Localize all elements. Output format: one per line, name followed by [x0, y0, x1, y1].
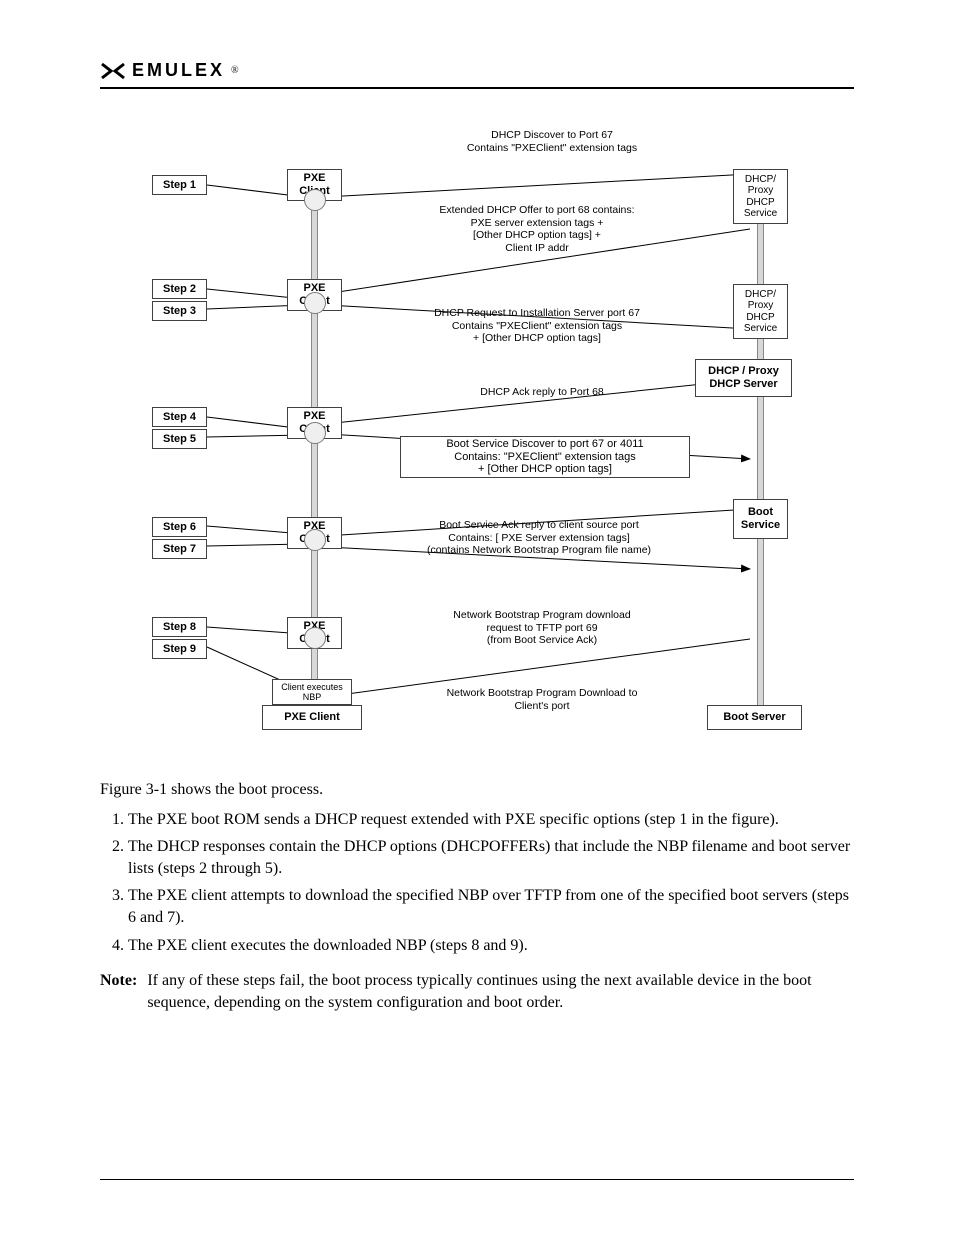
diagram-dhcp-proxy-server: DHCP / ProxyDHCP Server — [695, 359, 792, 397]
figure-caption-intro: Figure 3-1 shows the boot process. — [100, 779, 854, 801]
diagram-step-7: Step 7 — [152, 539, 207, 559]
body-text: Figure 3-1 shows the boot process. The P… — [100, 779, 854, 1013]
diagram-step-1: Step 1 — [152, 175, 207, 195]
diagram-msg-2: Extended DHCP Offer to port 68 contains:… — [387, 204, 687, 254]
activation-dot — [304, 529, 326, 551]
step-item: The PXE client attempts to download the … — [128, 885, 854, 928]
diagram-step-4: Step 4 — [152, 407, 207, 427]
activation-dot — [304, 292, 326, 314]
diagram-msg-6: Boot Service Ack reply to client source … — [389, 519, 689, 557]
diagram-pxe-client-label: PXE Client — [262, 705, 362, 730]
note-label: Note: — [100, 970, 137, 1013]
logo-text: EMULEX — [132, 60, 225, 81]
diagram-msg-7: Network Bootstrap Program downloadreques… — [392, 609, 692, 647]
diagram-step-2: Step 2 — [152, 279, 207, 299]
diagram-msg-1: DHCP Discover to Port 67Contains "PXECli… — [402, 129, 702, 154]
diagram-step-8: Step 8 — [152, 617, 207, 637]
diagram-boot-server-label: Boot Server — [707, 705, 802, 730]
registered-mark-icon: ® — [231, 65, 239, 76]
diagram-step-9: Step 9 — [152, 639, 207, 659]
activation-dot — [304, 189, 326, 211]
activation-dot — [304, 627, 326, 649]
note-text: If any of these steps fail, the boot pro… — [147, 970, 854, 1013]
step-item: The PXE client executes the downloaded N… — [128, 935, 854, 957]
note-block: Note: If any of these steps fail, the bo… — [100, 970, 854, 1013]
ordered-steps: The PXE boot ROM sends a DHCP request ex… — [100, 809, 854, 957]
step-item: The PXE boot ROM sends a DHCP request ex… — [128, 809, 854, 831]
page: EMULEX ® — [0, 0, 954, 1235]
diagram-msg-3: DHCP Request to Installation Server port… — [387, 307, 687, 345]
diagram-client-executes: Client executesNBP — [272, 679, 352, 705]
step-item: The DHCP responses contain the DHCP opti… — [128, 836, 854, 879]
diagram-step-3: Step 3 — [152, 301, 207, 321]
diagram-msg-4: DHCP Ack reply to Port 68 — [392, 386, 692, 399]
page-header: EMULEX ® — [100, 60, 854, 89]
diagram-msg-8: Network Bootstrap Program Download toCli… — [392, 687, 692, 712]
diagram-dhcp-service: DHCP/ProxyDHCPService — [733, 284, 788, 339]
pxe-boot-diagram: Step 1 Step 2 Step 3 Step 4 Step 5 Step … — [152, 129, 802, 739]
logo-icon — [100, 62, 126, 80]
activation-dot — [304, 422, 326, 444]
diagram-step-5: Step 5 — [152, 429, 207, 449]
server-lifeline — [757, 172, 764, 729]
diagram-step-6: Step 6 — [152, 517, 207, 537]
diagram-msg-5: Boot Service Discover to port 67 or 4011… — [400, 436, 690, 478]
footer-rule — [100, 1179, 854, 1180]
diagram-boot-service: BootService — [733, 499, 788, 539]
diagram-dhcp-service: DHCP/ProxyDHCPService — [733, 169, 788, 224]
logo: EMULEX ® — [100, 60, 854, 81]
